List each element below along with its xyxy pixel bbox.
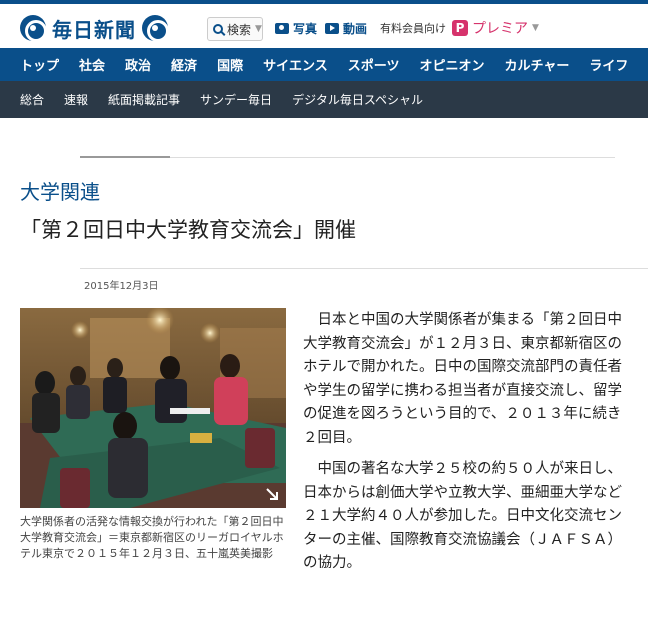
article-category[interactable]: 大学関連 [20, 176, 100, 205]
secondary-nav: 総合 速報 紙面掲載記事 サンデー毎日 デジタル毎日スペシャル [0, 81, 648, 118]
photo-caption: 大学関係者の活発な情報交換が行われた「第２回日中大学教育交流会」＝東京都新宿区の… [20, 515, 284, 560]
camera-icon [275, 23, 289, 34]
premier-menu[interactable]: 有料会員向け P プレミア ▼ [380, 18, 539, 38]
subnav-item-sunday-mainichi[interactable]: サンデー毎日 [200, 91, 272, 108]
video-icon [325, 23, 339, 34]
subnav-item-print-articles[interactable]: 紙面掲載記事 [108, 91, 180, 108]
premier-name: プレミア [472, 21, 528, 37]
search-label: 検索 [227, 22, 252, 37]
nav-item-science[interactable]: サイエンス [263, 55, 328, 74]
premier-prefix: 有料会員向け [380, 22, 446, 35]
nav-item-top[interactable]: トップ [20, 55, 59, 74]
subnav-item-general[interactable]: 総合 [20, 91, 44, 108]
article-headline: 「第２回日中大学教育交流会」開催 [20, 218, 356, 242]
photo-link-label: 写真 [293, 22, 318, 36]
article-paragraph: 日本と中国の大学関係者が集まる「第２回日中大学教育交流会」が１２月３日、東京都新… [303, 312, 622, 446]
search-button[interactable]: 検索 ▼ [207, 17, 263, 41]
article-paragraph: 中国の著名な大学２５校の約５０人が来日し、日本からは創価大学や立教大学、亜細亜大… [303, 461, 622, 571]
site-logo-text: 毎日新聞 [52, 17, 136, 42]
subnav-item-digital-special[interactable]: デジタル毎日スペシャル [292, 91, 423, 108]
nav-item-opinion[interactable]: オピニオン [419, 55, 484, 74]
expand-icon[interactable] [264, 486, 280, 502]
nav-item-culture[interactable]: カルチャー [504, 55, 569, 74]
chevron-down-icon: ▼ [255, 24, 262, 34]
premier-badge-icon: P [452, 20, 468, 36]
site-header: 毎日新聞 検索 ▼ 写真 動画 有料会員向け P プレミア ▼ [0, 0, 648, 48]
nav-item-society[interactable]: 社会 [79, 55, 105, 74]
mainichi-emblem-icon [142, 15, 169, 42]
date-divider [80, 268, 648, 269]
article-photo[interactable] [20, 308, 286, 508]
photo-illustration [20, 308, 286, 508]
section-divider [80, 156, 615, 158]
nav-item-international[interactable]: 国際 [217, 55, 243, 74]
nav-item-sports[interactable]: スポーツ [348, 55, 400, 74]
site-logo[interactable]: 毎日新聞 [20, 13, 169, 43]
subnav-item-breaking[interactable]: 速報 [64, 91, 88, 108]
chevron-down-icon: ▼ [532, 23, 539, 33]
photo-link[interactable]: 写真 [275, 20, 317, 37]
nav-item-life[interactable]: ライフ [589, 55, 628, 74]
video-link[interactable]: 動画 [325, 20, 367, 37]
nav-item-economy[interactable]: 経済 [171, 55, 197, 74]
article-body: 日本と中国の大学関係者が集まる「第２回日中大学教育交流会」が１２月３日、東京都新… [303, 309, 625, 584]
search-icon [213, 24, 223, 34]
mainichi-emblem-icon [20, 15, 47, 42]
nav-item-politics[interactable]: 政治 [125, 55, 151, 74]
article-date: 2015年12月3日 [84, 281, 159, 292]
video-link-label: 動画 [343, 22, 368, 36]
primary-nav: トップ 社会 政治 経済 国際 サイエンス スポーツ オピニオン カルチャー ラ… [0, 48, 648, 81]
